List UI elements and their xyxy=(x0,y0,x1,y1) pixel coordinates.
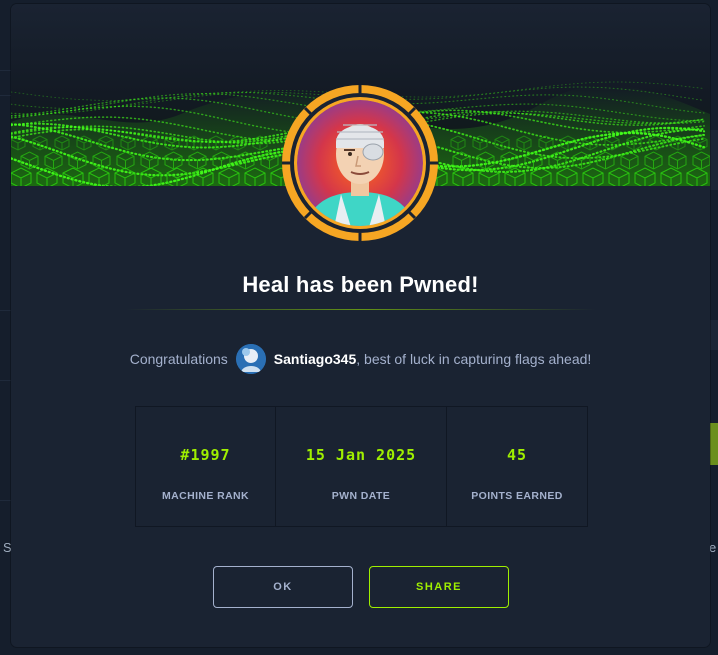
machine-rank-value: #1997 xyxy=(180,446,231,464)
machine-avatar xyxy=(281,84,439,242)
username-link[interactable]: Santiago345 xyxy=(274,351,356,367)
pwned-modal: Heal has been Pwned! Congratulations San… xyxy=(11,4,710,647)
modal-title: Heal has been Pwned! xyxy=(242,272,479,297)
stat-points-earned: 45 POINTS EARNED xyxy=(447,407,587,526)
points-earned-value: 45 xyxy=(506,446,528,464)
congrats-prefix: Congratulations xyxy=(129,351,228,367)
share-button[interactable]: SHARE xyxy=(369,566,509,608)
user-avatar[interactable] xyxy=(235,344,266,374)
machine-rank-label: MACHINE RANK xyxy=(161,490,250,502)
user-avatar-icon xyxy=(235,344,266,374)
congrats-suffix: , best of luck in capturing flags ahead! xyxy=(356,351,592,367)
bandaged-patient-avatar-icon xyxy=(282,85,438,241)
stats-table: #1997 MACHINE RANK 15 Jan 2025 PWN DATE … xyxy=(135,406,588,527)
pwn-date-value: 15 Jan 2025 xyxy=(305,446,417,464)
pwn-date-label: PWN DATE xyxy=(331,490,391,502)
background-text-right: e xyxy=(709,540,717,555)
stat-machine-rank: #1997 MACHINE RANK xyxy=(136,407,276,526)
background-green-button xyxy=(710,423,718,465)
points-earned-label: POINTS EARNED xyxy=(471,490,563,502)
ok-button[interactable]: OK xyxy=(213,566,353,608)
title-divider xyxy=(126,309,596,310)
congrats-message: Congratulations Santiago345 , best of lu… xyxy=(11,344,710,374)
stat-pwn-date: 15 Jan 2025 PWN DATE xyxy=(276,407,447,526)
